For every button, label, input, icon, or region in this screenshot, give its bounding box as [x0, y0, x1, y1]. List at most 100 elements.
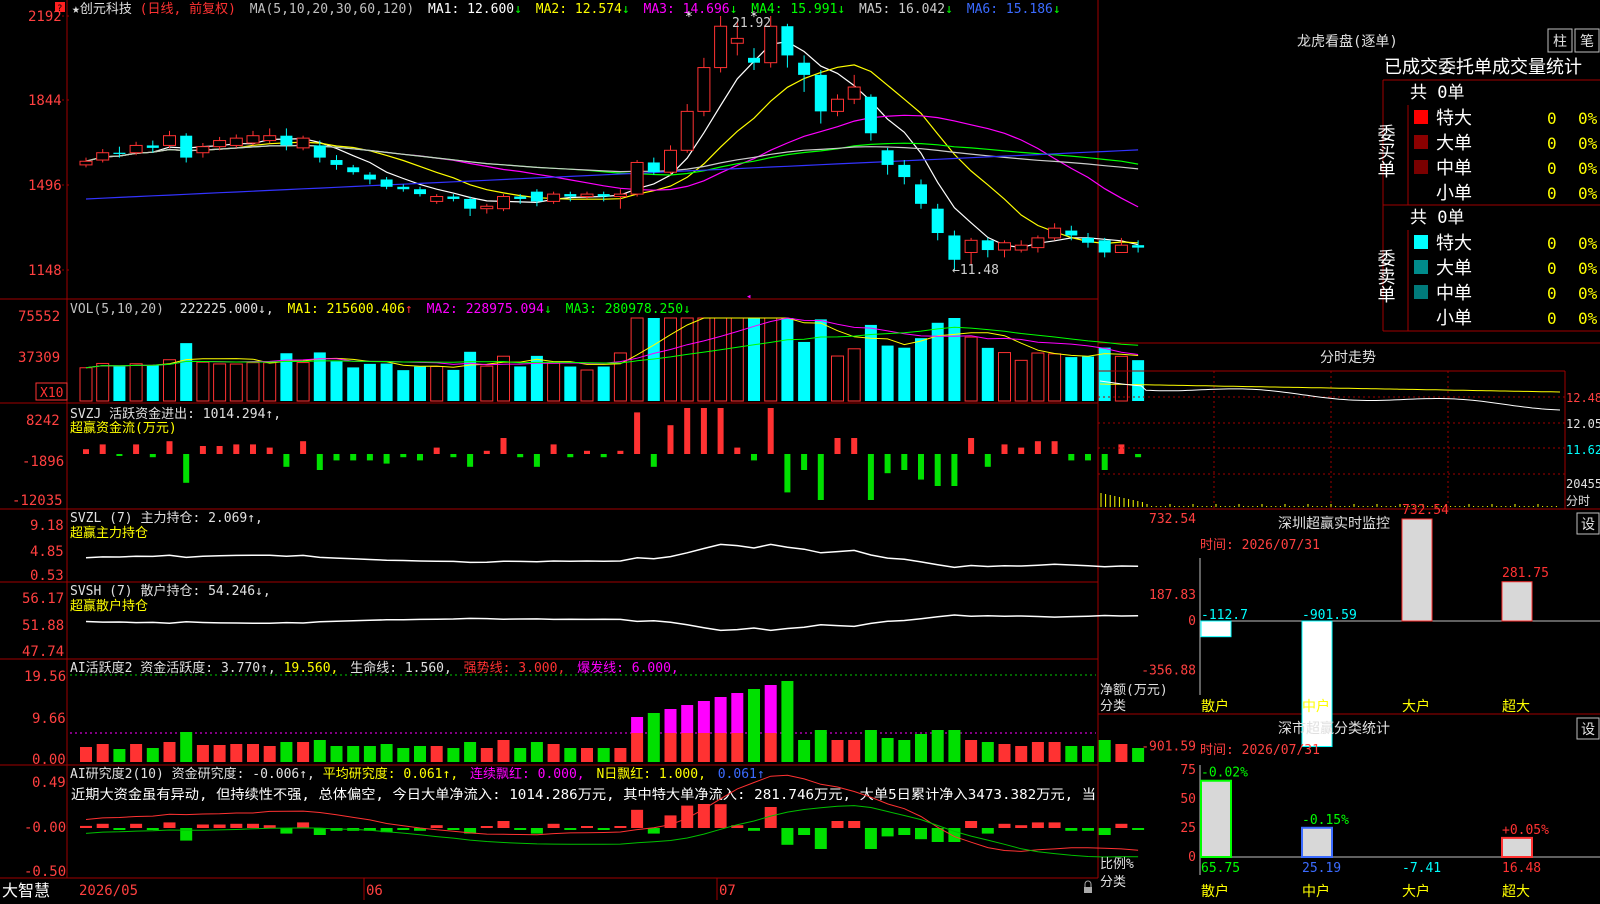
order-percent: 0% — [1578, 309, 1598, 328]
monitor-y-tick: 732.54 — [1149, 512, 1196, 527]
candle-body-down — [597, 194, 610, 197]
sell-total: 共 0单 — [1410, 208, 1464, 228]
research-bar-pos — [497, 821, 510, 828]
activity-bar-burst — [764, 685, 777, 733]
research-bar-pos — [631, 809, 644, 828]
candle-body-up — [497, 196, 510, 210]
candle-body-up — [847, 86, 861, 100]
candle — [497, 194, 510, 212]
research-bar-pos — [480, 826, 493, 828]
activity-bar — [414, 746, 426, 762]
candle — [680, 104, 694, 153]
activity-bar-base — [764, 733, 777, 762]
research-comment: 近期大资金虽有异动, 但持续性不强, 总体偏空, 今日大单净流入: 1014.2… — [71, 787, 1096, 803]
research-bar-neg — [981, 828, 994, 834]
activity-bar — [597, 748, 610, 762]
volume-bar-down — [915, 338, 927, 401]
activity-bar — [80, 747, 92, 762]
activity-bar — [96, 744, 109, 762]
activity-bar-burst — [681, 705, 694, 733]
research-bar-pos — [681, 805, 694, 828]
flow-bar-in — [1018, 447, 1025, 454]
ma-label: MA1: 12.600 — [428, 2, 514, 17]
research-bar-pos — [1048, 822, 1061, 828]
intraday-unit: 分时 — [1566, 494, 1590, 508]
activity-bar — [447, 748, 460, 762]
candle-body-down — [647, 162, 660, 173]
lock-body — [1084, 887, 1092, 893]
candle-body-up — [1014, 244, 1028, 251]
volume-bar-down — [864, 324, 877, 401]
volume-bar-down — [180, 343, 193, 401]
candle-body-down — [931, 208, 944, 234]
candle-body-up — [831, 98, 844, 112]
stock-name: ★创元科技 — [72, 2, 132, 17]
activity-bar — [814, 730, 827, 762]
flow-bar-out — [116, 454, 123, 456]
flow-bar-in — [584, 450, 590, 454]
vol-y-tick: 37309 — [18, 350, 60, 366]
candle-body-down — [881, 150, 894, 165]
volume-bar-down — [898, 347, 911, 401]
class-bar — [1200, 779, 1232, 858]
activity-bar — [948, 730, 961, 762]
volume-bar-up — [613, 352, 627, 402]
volume-bar-up — [213, 363, 227, 402]
candle-body-down — [1098, 240, 1111, 253]
research-bar-pos — [96, 823, 109, 828]
flow-y-tick: -12035 — [12, 493, 63, 509]
research-bar-pos — [831, 821, 844, 828]
research-bar-neg — [530, 828, 543, 834]
research-bar-pos — [998, 823, 1011, 828]
order-count: 0 — [1547, 134, 1557, 153]
order-percent: 0% — [1578, 184, 1598, 203]
flow-bar-in — [1118, 444, 1125, 454]
research-bar-neg — [647, 828, 660, 834]
research-value: AI研究度2(10) 资金研究度: -0.006↑, — [70, 766, 315, 782]
vol-ma-label: MA3: 280978.250 — [566, 302, 683, 317]
candle-body-up — [263, 135, 277, 142]
volume-bar-up — [79, 367, 93, 402]
order-size-label: 中单 — [1436, 283, 1472, 304]
flow-bar-in — [433, 447, 440, 454]
candle-body-down — [363, 174, 376, 180]
order-count: 0 — [1547, 184, 1557, 203]
activity-bar — [480, 748, 493, 762]
sz-monitor-axis-label: 净额(万元) — [1100, 683, 1168, 698]
flow-bar-in — [667, 425, 674, 454]
intraday-volume: 20455 — [1566, 477, 1600, 491]
bar-mode-button[interactable]: 柱 — [1547, 28, 1573, 53]
sz-monitor-settings-button[interactable]: 设 — [1576, 512, 1600, 535]
volume-bar-up — [96, 362, 110, 402]
ma-label: MA6: 15.186 — [967, 2, 1053, 17]
volume-bar-down — [146, 365, 159, 401]
class-bar — [1301, 826, 1333, 859]
volume-bar-down — [514, 366, 527, 401]
flow-bar-in — [1001, 444, 1008, 454]
flow-bar-in — [717, 408, 724, 454]
flow-bar-in — [851, 438, 858, 454]
ma-arrow: ↓ — [730, 2, 738, 17]
flow-bar-out — [567, 454, 574, 458]
vol-unit-label: X10 — [40, 386, 63, 401]
candle-body-down — [898, 164, 911, 178]
candle-body-up — [613, 193, 627, 198]
research-bar-neg — [564, 828, 577, 830]
sz-class-axis-label: 比例% — [1100, 857, 1134, 872]
activity-bar-base — [697, 733, 710, 762]
intraday-price: 12.05 — [1566, 417, 1600, 431]
flow-bar-in — [166, 441, 173, 454]
candle-body-down — [146, 145, 159, 148]
class-bar-value-label: -7.41 — [1402, 861, 1441, 876]
main-hold-subtitle: 超赢主力持仓 — [70, 525, 148, 541]
ma-title: MA(5,10,20,30,60,120) — [250, 2, 414, 17]
screen-canvas: ? 2192 1844 1496 1148 ★创元科技 (日线, 前复权) MA… — [0, 0, 1600, 900]
vol-ma-arrow: ↓ — [544, 302, 552, 317]
volume-bar-down — [1065, 357, 1078, 401]
tick-mode-button[interactable]: 笔 — [1574, 28, 1600, 53]
flow-bar-out — [751, 454, 757, 461]
monitor-y-tick: -356.88 — [1141, 664, 1196, 679]
candle-body-down — [330, 160, 343, 165]
low-label: ←11.48 — [952, 263, 999, 278]
sz-class-settings-button[interactable]: 设 — [1576, 717, 1600, 740]
